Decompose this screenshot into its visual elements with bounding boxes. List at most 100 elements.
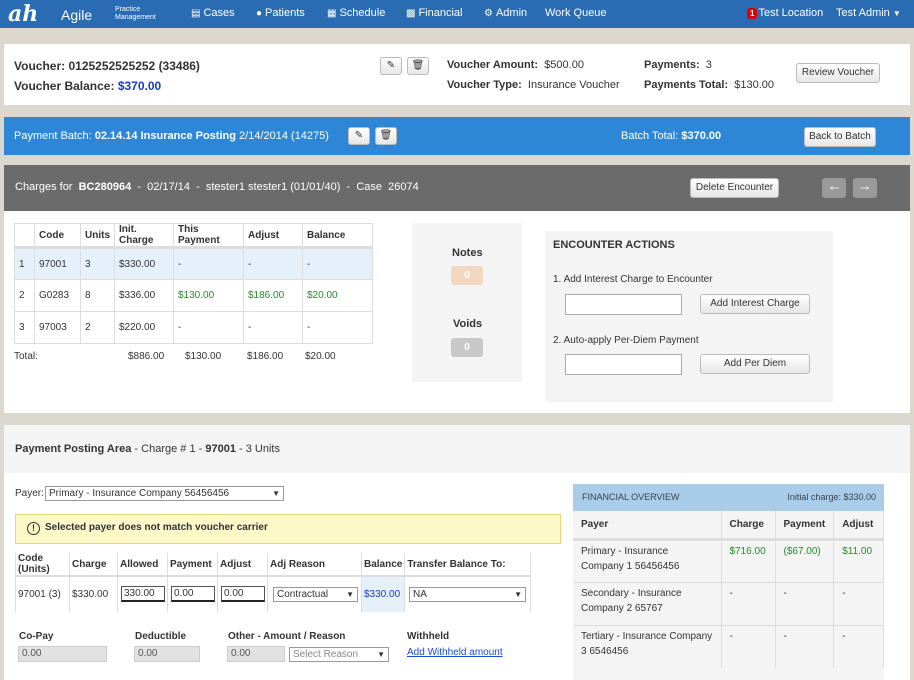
nav-financial-label: Financial (418, 7, 463, 19)
deductible-label: Deductible (135, 631, 187, 642)
payments-total-value: $130.00 (734, 79, 775, 91)
withheld-label: Withheld (407, 631, 450, 642)
edit-voucher-button[interactable]: ✎ (380, 57, 402, 75)
case-label: Case (356, 181, 382, 193)
row-payment: $130.00 (173, 279, 244, 312)
nav-admin-label: Admin (495, 7, 528, 19)
encounter-info: Charges for BC280964 - 02/17/14 - steste… (15, 181, 419, 193)
posting-charge-cell: $330.00 (69, 576, 118, 612)
other-reason-select[interactable]: Select Reason ▼ (289, 647, 389, 662)
edit-batch-button[interactable]: ✎ (348, 127, 370, 145)
posting-header-row: Code (Units) Charge Allowed Payment Adju… (15, 553, 531, 577)
delete-encounter-button[interactable]: Delete Encounter (690, 178, 779, 198)
table-row: Secondary - Insurance Company 2 65767 - … (573, 581, 884, 625)
warning-icon: ! (27, 522, 40, 535)
add-interest-charge-button[interactable]: Add Interest Charge (700, 294, 810, 314)
payment-input[interactable]: 0.00 (171, 586, 215, 602)
voucher-balance-value: $370.00 (117, 79, 162, 93)
nav-patients[interactable]: ● Patients (256, 7, 305, 19)
next-encounter-button[interactable]: 🠖 (853, 178, 877, 198)
nav-cases[interactable]: ▤ Cases (191, 7, 235, 19)
app-logo[interactable]: ah (8, 1, 38, 27)
charges-header-units: Units (80, 223, 115, 249)
add-withheld-link[interactable]: Add Withheld amount (407, 647, 503, 658)
overview-header-payment: Payment (775, 511, 835, 541)
allowed-input[interactable]: 330.00 (121, 586, 165, 602)
transfer-balance-select[interactable]: NA ▼ (409, 587, 526, 602)
add-per-diem-button[interactable]: Add Per Diem (700, 354, 810, 374)
voids-count-badge[interactable]: 0 (451, 338, 483, 357)
posting-header-adjust: Adjust (217, 553, 268, 577)
row-code: 97001 (34, 247, 81, 280)
delete-batch-button[interactable]: 🗑 (375, 127, 397, 145)
other-label: Other - Amount / Reason (228, 631, 346, 642)
charges-header-payment: This Payment (173, 223, 244, 249)
nav-user-menu[interactable]: Test Admin ▼ (836, 7, 901, 19)
charges-header-balance: Balance (302, 223, 373, 249)
notes-count-badge[interactable]: 0 (451, 266, 483, 285)
charges-table: Code Units Init. Charge This Payment Adj… (14, 223, 373, 344)
posting-header-payment: Payment (167, 553, 218, 577)
overview-charge: - (721, 624, 776, 668)
overview-title: FINANCIAL OVERVIEW (582, 492, 680, 502)
copay-field[interactable]: 0.00 (18, 646, 107, 662)
voucher-balance-label: Voucher Balance: (14, 79, 115, 93)
overview-header: FINANCIAL OVERVIEW Initial charge: $330.… (573, 484, 884, 511)
nav-location[interactable]: 1 Test Location (747, 7, 823, 19)
caret-down-icon: ▼ (514, 590, 522, 599)
encounter-actions-box: ENCOUNTER ACTIONS 1. Add Interest Charge… (545, 231, 833, 402)
brand-sub-line2: Management (115, 14, 156, 21)
charges-header-code: Code (34, 223, 81, 249)
user-label: Test Admin (836, 7, 890, 19)
deductible-field[interactable]: 0.00 (134, 646, 200, 662)
payer-warning-text: Selected payer does not match voucher ca… (45, 522, 268, 533)
trash-icon: 🗑 (411, 60, 425, 71)
delete-voucher-button[interactable]: 🗑 (407, 57, 429, 75)
row-units: 8 (80, 279, 115, 312)
nav-schedule[interactable]: ▦ Schedule (327, 7, 385, 19)
back-to-batch-button[interactable]: Back to Batch (804, 127, 876, 147)
payer-select[interactable]: Primary - Insurance Company 56456456 ▼ (45, 486, 284, 501)
perdiem-amount-input[interactable] (565, 354, 682, 375)
row-number: 1 (14, 247, 35, 280)
adj-reason-select[interactable]: Contractual ▼ (273, 587, 358, 602)
nav-admin[interactable]: ⚙ Admin (484, 7, 527, 19)
voucher-amount: Voucher Amount: $500.00 (447, 59, 584, 71)
row-payment: - (173, 311, 244, 344)
charges-header-adjust: Adjust (243, 223, 303, 249)
edit-icon: ✎ (386, 60, 396, 71)
table-row[interactable]: 3 97003 2 $220.00 - - - (14, 311, 373, 344)
notification-badge: 1 (747, 8, 758, 19)
table-row[interactable]: 1 97001 3 $330.00 - - - (14, 247, 373, 280)
voucher-balance-heading: Voucher Balance: $370.00 (14, 79, 161, 93)
overview-payer: Tertiary - Insurance Company 3 6546456 (573, 624, 722, 668)
payments-value: 3 (705, 59, 712, 71)
payment-batch-bar: Payment Batch: 02.14.14 Insurance Postin… (4, 117, 910, 155)
review-voucher-button[interactable]: Review Voucher (796, 63, 880, 83)
row-balance: - (302, 311, 373, 344)
overview-initial-charge: Initial charge: $330.00 (787, 492, 876, 502)
overview-payer: Primary - Insurance Company 1 56456456 (573, 538, 722, 582)
prev-encounter-button[interactable]: 🠔 (822, 178, 846, 198)
overview-header-payer: Payer (573, 511, 722, 541)
encounter-header: Charges for BC280964 - 02/17/14 - steste… (4, 165, 910, 211)
voucher-type: Voucher Type: Insurance Voucher (447, 79, 620, 91)
overview-adjust: - (833, 581, 884, 625)
interest-amount-input[interactable] (565, 294, 682, 315)
posting-header-code: Code (Units) (15, 553, 70, 577)
allowed-input-value: 330.00 (124, 588, 155, 599)
nav-work-queue[interactable]: Work Queue (545, 7, 607, 19)
row-balance: $20.00 (302, 279, 373, 312)
nav-financial[interactable]: ▩ Financial (406, 7, 462, 19)
other-amount-field[interactable]: 0.00 (227, 646, 285, 662)
table-row[interactable]: 2 G0283 8 $336.00 $130.00 $186.00 $20.00 (14, 279, 373, 312)
arrow-left-icon: 🠔 (828, 181, 840, 195)
charges-header-init: Init. Charge (114, 223, 174, 249)
copay-label: Co-Pay (19, 631, 54, 642)
adjust-input[interactable]: 0.00 (221, 586, 265, 602)
posting-header: Payment Posting Area - Charge # 1 - 9700… (4, 425, 910, 473)
posting-code-cell: 97001 (3) (15, 576, 70, 612)
voucher-type-label: Voucher Type: (447, 79, 522, 91)
cases-icon: ▤ (191, 8, 201, 19)
voids-label: Voids (453, 318, 483, 330)
